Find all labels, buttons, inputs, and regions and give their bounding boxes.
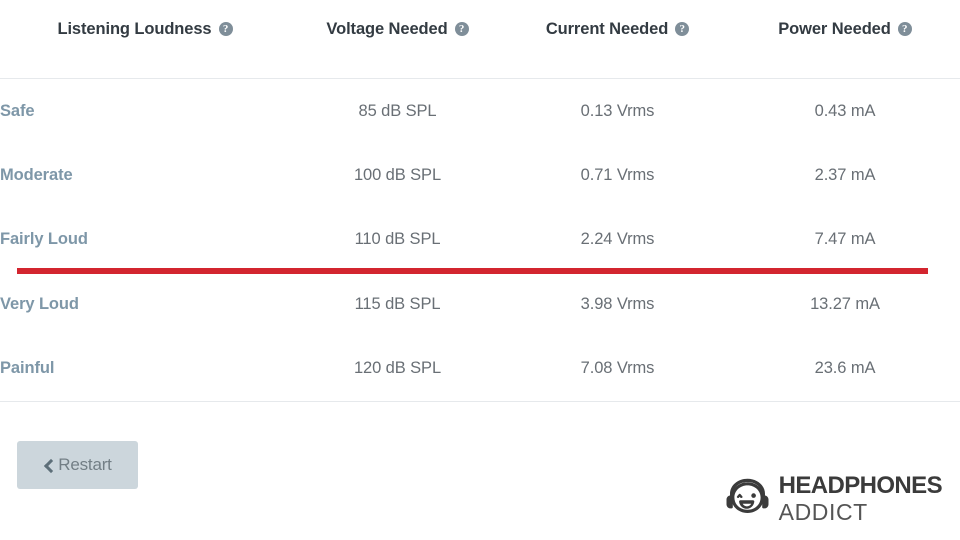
cell-loudness-value: 85 dB SPL: [358, 101, 437, 120]
cell-voltage-value: 7.08 Vrms: [580, 359, 655, 377]
brand-name-primary: HEADPHONES: [778, 472, 943, 499]
cell-current-value: 2.37 mA: [814, 165, 876, 184]
table-header-row: Listening Loudness ? Voltage Needed ? Cu…: [0, 0, 960, 79]
cell-voltage-value: 0.71 Vrms: [580, 165, 655, 184]
results-page: Listening Loudness ? Voltage Needed ? Cu…: [0, 0, 960, 540]
restart-button[interactable]: Restart: [17, 441, 138, 489]
column-header-label: Voltage Needed: [326, 19, 448, 38]
loudness-results-table: Listening Loudness ? Voltage Needed ? Cu…: [0, 0, 960, 402]
table-row: Painful 120 dB SPL 7.08 Vrms 23.6 mA 167…: [0, 337, 960, 401]
table-row: Moderate 100 dB SPL 0.71 Vrms 2.37 mA 1.…: [0, 143, 960, 208]
table-row: Fairly Loud 110 dB SPL 2.24 Vrms 7.47 mA…: [0, 208, 960, 273]
brand-logo: HEADPHONES ADDICT: [724, 472, 943, 525]
threshold-marker-line: [17, 268, 928, 274]
column-header-power-needed: Power Needed ?: [730, 0, 960, 79]
cell-voltage-value: 3.98 Vrms: [580, 294, 655, 313]
cell-current-value: 13.27 mA: [810, 294, 880, 313]
restart-button-label: Restart: [58, 455, 112, 474]
column-header-label: Power Needed: [778, 19, 891, 38]
column-header-current-needed: Current Needed ?: [505, 0, 730, 79]
cell-current-value: 0.43 mA: [814, 101, 876, 120]
table-body: Safe 85 dB SPL 0.13 Vrms 0.43 mA 0.06 mW…: [0, 79, 960, 401]
smiley-headphones-icon: [726, 478, 769, 513]
column-header-voltage-needed: Voltage Needed ?: [290, 0, 505, 79]
row-label-fairly-loud: Fairly Loud: [0, 230, 88, 249]
chevron-left-icon: [43, 460, 54, 471]
table-row: Safe 85 dB SPL 0.13 Vrms 0.43 mA 0.06 mW: [0, 79, 960, 144]
cell-loudness-value: 100 dB SPL: [353, 165, 442, 184]
help-circle-icon-loudness[interactable]: ?: [218, 22, 233, 36]
table-row: Very Loud 115 dB SPL 3.98 Vrms 13.27 mA …: [0, 272, 960, 337]
cell-voltage-value: 2.24 Vrms: [580, 230, 655, 249]
row-label-painful: Painful: [0, 359, 55, 377]
help-circle-icon-current[interactable]: ?: [675, 22, 690, 36]
row-label-safe: Safe: [0, 101, 35, 120]
help-circle-icon-power[interactable]: ?: [897, 22, 912, 36]
column-header-label: Listening Loudness: [57, 19, 212, 38]
brand-name-secondary: ADDICT: [778, 499, 868, 525]
cell-loudness-value: 120 dB SPL: [353, 359, 442, 377]
row-label-moderate: Moderate: [0, 165, 73, 184]
table-header: Listening Loudness ? Voltage Needed ? Cu…: [0, 0, 960, 79]
row-label-very-loud: Very Loud: [0, 294, 79, 313]
column-header-label: Current Needed: [545, 19, 669, 38]
cell-loudness-value: 115 dB SPL: [354, 294, 441, 313]
cell-current-value: 23.6 mA: [814, 359, 876, 377]
cell-voltage-value: 0.13 Vrms: [580, 101, 655, 120]
cell-loudness-value: 110 dB SPL: [354, 230, 441, 249]
cell-current-value: 7.47 mA: [814, 230, 876, 249]
column-header-listening-loudness: Listening Loudness ?: [0, 0, 290, 79]
help-circle-icon-voltage[interactable]: ?: [454, 22, 469, 36]
